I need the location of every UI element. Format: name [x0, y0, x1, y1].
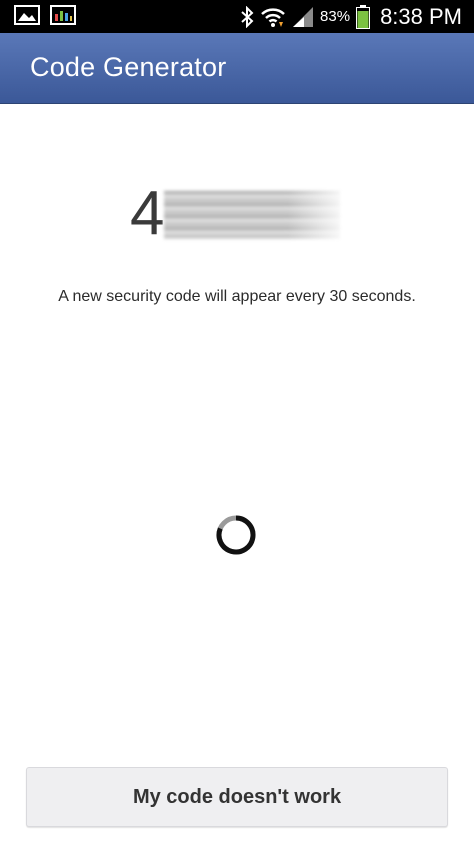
app-bar: Code Generator: [0, 33, 474, 104]
page-title: Code Generator: [30, 52, 227, 82]
status-clock: 8:38 PM: [380, 3, 462, 29]
battery-percent: 83%: [320, 8, 351, 25]
status-bar-right: 83% 8:38 PM: [240, 0, 462, 33]
status-bar-left-icons: [14, 5, 76, 25]
loading-spinner-icon: [216, 515, 256, 555]
code-refresh-info: A new security code will appear every 30…: [58, 288, 416, 305]
battery-icon: [356, 4, 371, 29]
gallery-icon: [14, 5, 40, 25]
code-doesnt-work-button[interactable]: My code doesn't work: [26, 767, 448, 827]
monitor-icon: [50, 5, 76, 25]
security-code: 4: [130, 183, 342, 245]
bluetooth-icon: [241, 5, 254, 28]
signal-icon: [293, 6, 314, 27]
security-code-digit: 4: [130, 179, 165, 248]
status-bar: 83% 8:38 PM: [0, 0, 474, 33]
security-code-redacted: [164, 191, 340, 239]
wifi-icon: [261, 7, 285, 27]
